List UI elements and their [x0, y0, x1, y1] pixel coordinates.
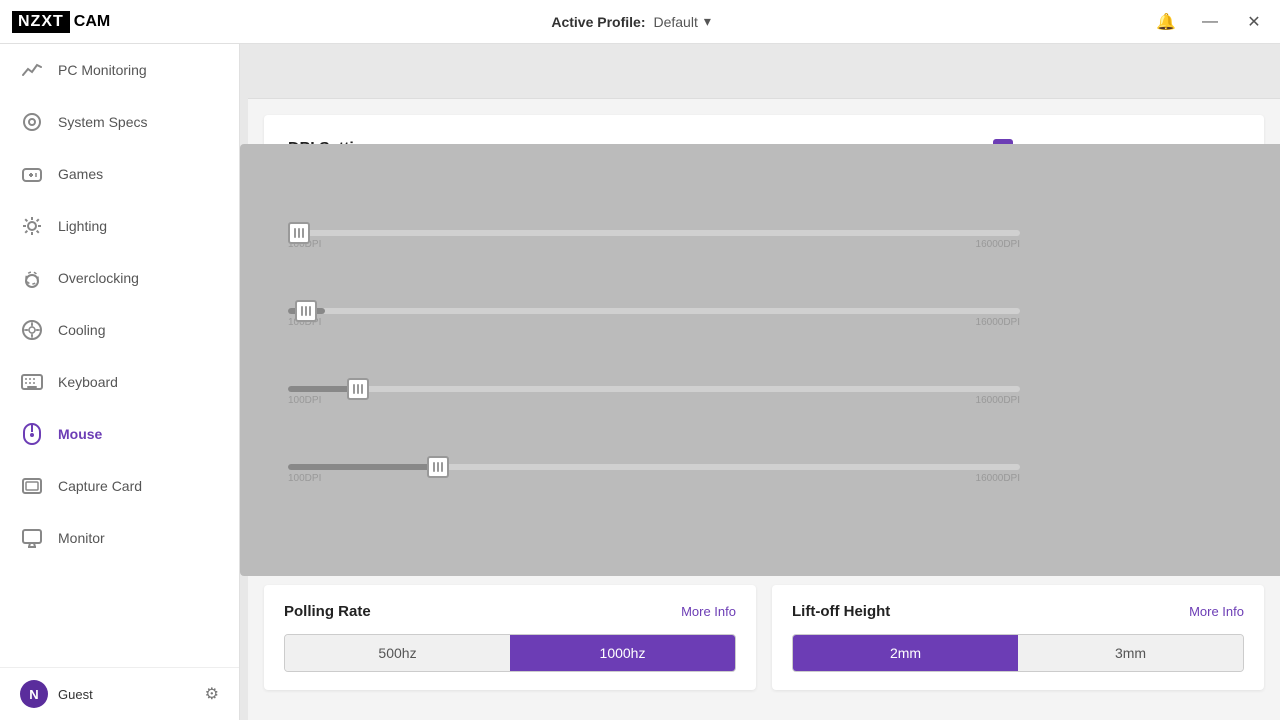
- polling-rate-500hz[interactable]: 500hz: [285, 635, 510, 671]
- liftoff-options: 2mm 3mm: [792, 634, 1244, 672]
- close-button[interactable]: ✕: [1240, 8, 1268, 36]
- window-controls: 🔔 — ✕: [1152, 8, 1268, 36]
- setting-1-slider[interactable]: 100DPI 16000DPI: [288, 230, 1020, 250]
- profile-dropdown[interactable]: Default ▾: [653, 13, 710, 30]
- polling-rate-title: Polling Rate: [284, 603, 371, 620]
- slider-min-3: 100DPI: [288, 395, 321, 406]
- sidebar-scrollbar[interactable]: [240, 44, 248, 720]
- scrollbar-thumb[interactable]: [240, 144, 1280, 576]
- slider-max-2: 16000DPI: [976, 317, 1020, 328]
- sidebar: PC Monitoring System Specs: [0, 44, 240, 720]
- notification-button[interactable]: 🔔: [1152, 8, 1180, 36]
- logo: NZXT CAM: [12, 11, 110, 33]
- nav-item-monitor[interactable]: Monitor: [0, 512, 239, 564]
- nav-label-lighting: Lighting: [58, 218, 107, 234]
- liftoff-height-header: Lift-off Height More Info: [792, 603, 1244, 620]
- guest-name: Guest: [58, 687, 195, 702]
- app-body: PC Monitoring System Specs: [0, 44, 1280, 720]
- avatar: N: [20, 680, 48, 708]
- liftoff-height-card: Lift-off Height More Info 2mm 3mm: [772, 585, 1264, 690]
- nav-label-capture-card: Capture Card: [58, 478, 142, 494]
- settings-gear-icon[interactable]: ⚙: [205, 684, 219, 704]
- bottom-cards: Polling Rate More Info 500hz 1000hz Lift…: [264, 585, 1264, 690]
- slider-max-3: 16000DPI: [976, 395, 1020, 406]
- system-specs-icon: [20, 110, 44, 134]
- profile-name: Default: [653, 14, 697, 30]
- active-profile: Active Profile: Default ▾: [551, 13, 711, 30]
- nav-label-monitor: Monitor: [58, 530, 105, 546]
- games-icon: [20, 162, 44, 186]
- lighting-icon: [20, 214, 44, 238]
- nav-label-games: Games: [58, 166, 103, 182]
- nav-item-system-specs[interactable]: System Specs: [0, 96, 239, 148]
- minimize-button[interactable]: —: [1196, 8, 1224, 36]
- nav-item-keyboard[interactable]: Keyboard: [0, 356, 239, 408]
- sidebar-bottom: N Guest ⚙: [0, 667, 239, 720]
- setting-4-slider[interactable]: 100DPI 16000DPI: [288, 464, 1020, 484]
- pc-monitoring-icon: [20, 58, 44, 82]
- polling-rate-header: Polling Rate More Info: [284, 603, 736, 620]
- slider-max-4: 16000DPI: [976, 473, 1020, 484]
- title-bar: NZXT CAM Active Profile: Default ▾ 🔔 — ✕: [0, 0, 1280, 44]
- nav-label-keyboard: Keyboard: [58, 374, 118, 390]
- keyboard-icon: [20, 370, 44, 394]
- liftoff-2mm[interactable]: 2mm: [793, 635, 1018, 671]
- chevron-down-icon: ▾: [704, 13, 711, 30]
- active-profile-label: Active Profile:: [551, 14, 645, 30]
- liftoff-3mm[interactable]: 3mm: [1018, 635, 1243, 671]
- slider-min-4: 100DPI: [288, 473, 321, 484]
- polling-rate-card: Polling Rate More Info 500hz 1000hz: [264, 585, 756, 690]
- nav-item-lighting[interactable]: Lighting: [0, 200, 239, 252]
- monitor-icon: [20, 526, 44, 550]
- nav-item-pc-monitoring[interactable]: PC Monitoring: [0, 44, 239, 96]
- setting-2-slider[interactable]: 100DPI 16000DPI: [288, 308, 1020, 328]
- setting-3-slider[interactable]: 100DPI 16000DPI: [288, 386, 1020, 406]
- logo-cam: CAM: [74, 13, 110, 31]
- nav-label-system-specs: System Specs: [58, 114, 147, 130]
- capture-card-icon: [20, 474, 44, 498]
- polling-rate-1000hz[interactable]: 1000hz: [510, 635, 735, 671]
- cooling-icon: [20, 318, 44, 342]
- nav-item-capture-card[interactable]: Capture Card: [0, 460, 239, 512]
- top-bar: [248, 44, 1280, 99]
- liftoff-more-info[interactable]: More Info: [1189, 604, 1244, 619]
- liftoff-height-title: Lift-off Height: [792, 603, 890, 620]
- nav-item-overclocking[interactable]: Overclocking: [0, 252, 239, 304]
- logo-nzxt: NZXT: [12, 11, 70, 33]
- nav-label-cooling: Cooling: [58, 322, 105, 338]
- nav-label-pc-monitoring: PC Monitoring: [58, 62, 147, 78]
- polling-rate-options: 500hz 1000hz: [284, 634, 736, 672]
- overclocking-icon: [20, 266, 44, 290]
- nav-item-games[interactable]: Games: [0, 148, 239, 200]
- polling-rate-more-info[interactable]: More Info: [681, 604, 736, 619]
- slider-max-1: 16000DPI: [976, 239, 1020, 250]
- nav-label-mouse: Mouse: [58, 426, 102, 442]
- nav-label-overclocking: Overclocking: [58, 270, 139, 286]
- nav-item-mouse[interactable]: Mouse: [0, 408, 239, 460]
- mouse-icon: [20, 422, 44, 446]
- nav-item-cooling[interactable]: Cooling: [0, 304, 239, 356]
